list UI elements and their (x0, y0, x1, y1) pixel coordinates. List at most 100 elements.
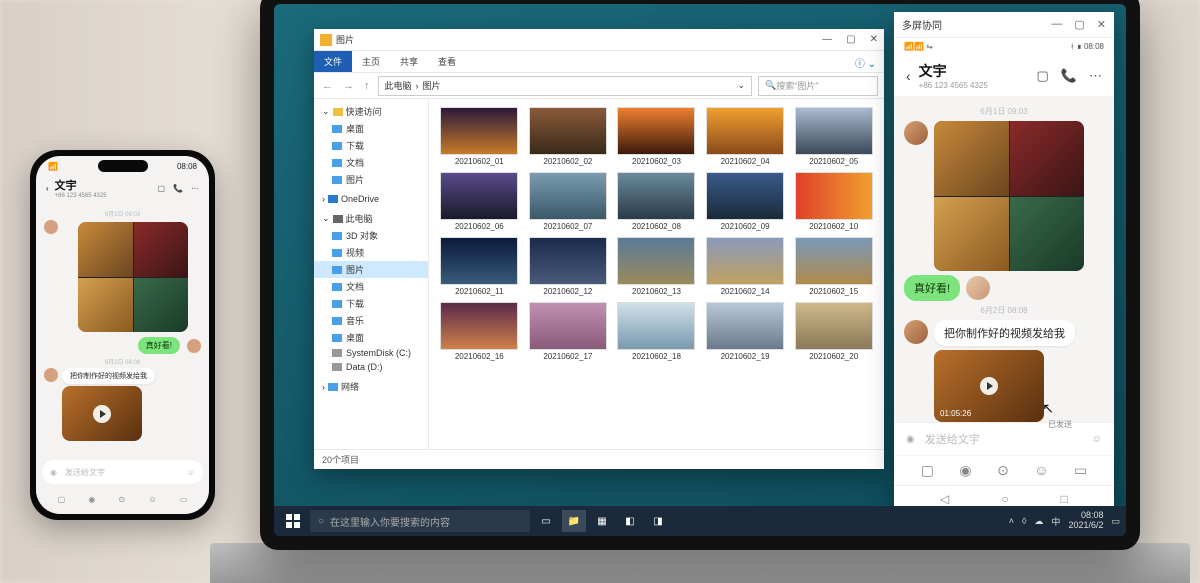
video-call-icon[interactable]: ▢ (1037, 68, 1049, 84)
taskbar-clock[interactable]: 08:08 2021/6/2 (1068, 511, 1103, 531)
sidebar-music[interactable]: 音乐 (314, 312, 428, 329)
ribbon-help-icon[interactable]: ⓘ ⌄ (847, 51, 884, 72)
taskbar-search-input[interactable]: ○ 在这里输入你要搜索的内容 (310, 510, 530, 532)
maximize-icon[interactable]: ▢ (1074, 18, 1084, 31)
collab-message-input[interactable]: ◉ 发送给文宇 ☺ (894, 422, 1114, 455)
minimize-icon[interactable]: — (822, 34, 832, 45)
voice-icon[interactable]: ◉ (50, 468, 57, 477)
sidebar-thispc[interactable]: ⌄此电脑 (314, 210, 428, 227)
taskbar-app-icon[interactable]: ◨ (646, 510, 670, 532)
explorer-titlebar[interactable]: 图片 — ▢ ✕ (314, 29, 884, 51)
emoji-icon[interactable]: ☺ (1092, 434, 1102, 445)
back-icon[interactable]: ‹ (46, 184, 49, 193)
taskbar-app-icon[interactable]: ◧ (618, 510, 642, 532)
outgoing-bubble[interactable]: 真好看! (904, 275, 960, 301)
maximize-icon[interactable]: ▢ (846, 34, 855, 45)
voice-call-icon[interactable]: 📞 (1061, 68, 1077, 84)
sidebar-desktop[interactable]: 桌面 (314, 120, 428, 137)
breadcrumb-path[interactable]: 此电脑 › 图片 ⌄ (378, 76, 753, 96)
explorer-search-input[interactable]: 🔍 搜索"图片" (758, 76, 878, 96)
sidebar-desktop-pc[interactable]: 桌面 (314, 329, 428, 346)
nav-home-icon[interactable]: ○ (1001, 492, 1008, 506)
file-item[interactable]: 20210602_13 (614, 237, 699, 296)
folder-icon[interactable]: ▭ (180, 495, 188, 504)
incoming-bubble[interactable]: 把你制作好的视频发给我 (934, 320, 1075, 346)
sidebar-pictures[interactable]: 图片 (314, 171, 428, 188)
file-item[interactable]: 20210602_14 (703, 237, 788, 296)
photo-grid-message[interactable] (934, 121, 1084, 271)
tray-app-icon[interactable]: ☁ (1034, 516, 1043, 527)
minimize-icon[interactable]: — (1051, 18, 1062, 31)
sidebar-videos[interactable]: 视频 (314, 244, 428, 261)
ime-indicator[interactable]: 中 (1051, 515, 1060, 528)
file-item[interactable]: 20210602_08 (614, 172, 699, 231)
folder-icon[interactable]: ▭ (1074, 462, 1087, 479)
gallery-icon[interactable]: ▢ (921, 462, 934, 479)
sidebar-documents-pc[interactable]: 文档 (314, 278, 428, 295)
back-icon[interactable]: ‹ (906, 68, 911, 84)
location-icon[interactable]: ⊙ (997, 462, 1009, 479)
file-item[interactable]: 20210602_04 (703, 107, 788, 166)
location-icon[interactable]: ⊙ (119, 495, 126, 504)
sticker-icon[interactable]: ☺ (148, 495, 156, 504)
file-item[interactable]: 20210602_15 (791, 237, 876, 296)
file-item[interactable]: 20210602_03 (614, 107, 699, 166)
outgoing-bubble[interactable]: 真好看! (138, 337, 180, 354)
phone-message-input[interactable]: ◉ 发送给文宇 ☺ (42, 460, 203, 484)
file-item[interactable]: 20210602_16 (437, 302, 522, 361)
emoji-icon[interactable]: ☺ (187, 468, 195, 477)
file-item[interactable]: 20210602_12 (526, 237, 611, 296)
sidebar-data[interactable]: Data (D:) (314, 360, 428, 374)
close-icon[interactable]: ✕ (1097, 18, 1106, 31)
camera-icon[interactable]: ◉ (959, 462, 971, 479)
video-message[interactable] (62, 386, 142, 441)
camera-icon[interactable]: ◉ (88, 495, 95, 504)
nav-up-icon[interactable]: ↑ (362, 80, 372, 92)
multi-screen-collab-window[interactable]: 多屏协同 — ▢ ✕ 📶📶 ⇋ ᚼ ▮ 08:08 ‹ 文宇 +86 123 4… (894, 12, 1114, 512)
video-call-icon[interactable]: ▢ (157, 184, 165, 193)
more-icon[interactable]: ⋯ (1089, 68, 1102, 84)
voice-call-icon[interactable]: 📞 (173, 184, 183, 193)
file-item[interactable]: 20210602_07 (526, 172, 611, 231)
file-item[interactable]: 20210602_11 (437, 237, 522, 296)
tray-chevron-icon[interactable]: ˄ (1009, 516, 1014, 526)
chevron-down-icon[interactable]: ⌄ (737, 80, 745, 91)
sidebar-onedrive[interactable]: ›OneDrive (314, 192, 428, 206)
sidebar-documents[interactable]: 文档 (314, 154, 428, 171)
file-explorer-window[interactable]: 图片 — ▢ ✕ 文件 主页 共享 查看 ⓘ ⌄ ← → ↑ 此电脑 (314, 29, 884, 469)
sidebar-network[interactable]: ›网络 (314, 378, 428, 395)
task-view-icon[interactable]: ▭ (534, 510, 558, 532)
tray-app-icon[interactable]: ◊ (1022, 516, 1026, 526)
incoming-bubble[interactable]: 把你制作好的视频发给我 (62, 368, 155, 384)
notification-icon[interactable]: ▭ (1111, 516, 1120, 527)
file-item[interactable]: 20210602_06 (437, 172, 522, 231)
file-item[interactable]: 20210602_18 (614, 302, 699, 361)
video-message[interactable]: 01:05:26 (934, 350, 1044, 422)
ribbon-tab-home[interactable]: 主页 (352, 51, 390, 72)
nav-recent-icon[interactable]: □ (1061, 492, 1068, 506)
gallery-icon[interactable]: ▢ (58, 495, 66, 504)
taskbar-explorer-icon[interactable]: 📁 (562, 510, 586, 532)
taskbar-app-icon[interactable]: ▦ (590, 510, 614, 532)
sidebar-sysdisk[interactable]: SystemDisk (C:) (314, 346, 428, 360)
voice-icon[interactable]: ◉ (906, 434, 915, 445)
ribbon-tab-view[interactable]: 查看 (428, 51, 466, 72)
collab-titlebar[interactable]: 多屏协同 — ▢ ✕ (894, 12, 1114, 38)
sidebar-downloads-pc[interactable]: 下载 (314, 295, 428, 312)
ribbon-tab-file[interactable]: 文件 (314, 51, 352, 72)
nav-back-icon[interactable]: ◁ (940, 492, 949, 506)
file-item[interactable]: 20210602_05 (791, 107, 876, 166)
nav-back-icon[interactable]: ← (320, 80, 335, 92)
sidebar-quick-access[interactable]: ⌄快速访问 (314, 103, 428, 120)
ribbon-tab-share[interactable]: 共享 (390, 51, 428, 72)
sticker-icon[interactable]: ☺ (1034, 462, 1048, 479)
sidebar-pictures-pc[interactable]: 图片 (314, 261, 428, 278)
breadcrumb-folder[interactable]: 图片 (423, 79, 441, 92)
file-item[interactable]: 20210602_09 (703, 172, 788, 231)
file-item[interactable]: 20210602_01 (437, 107, 522, 166)
file-item[interactable]: 20210602_10 (791, 172, 876, 231)
photo-grid-message[interactable] (78, 222, 188, 332)
file-item[interactable]: 20210602_02 (526, 107, 611, 166)
close-icon[interactable]: ✕ (870, 34, 878, 45)
file-item[interactable]: 20210602_19 (703, 302, 788, 361)
